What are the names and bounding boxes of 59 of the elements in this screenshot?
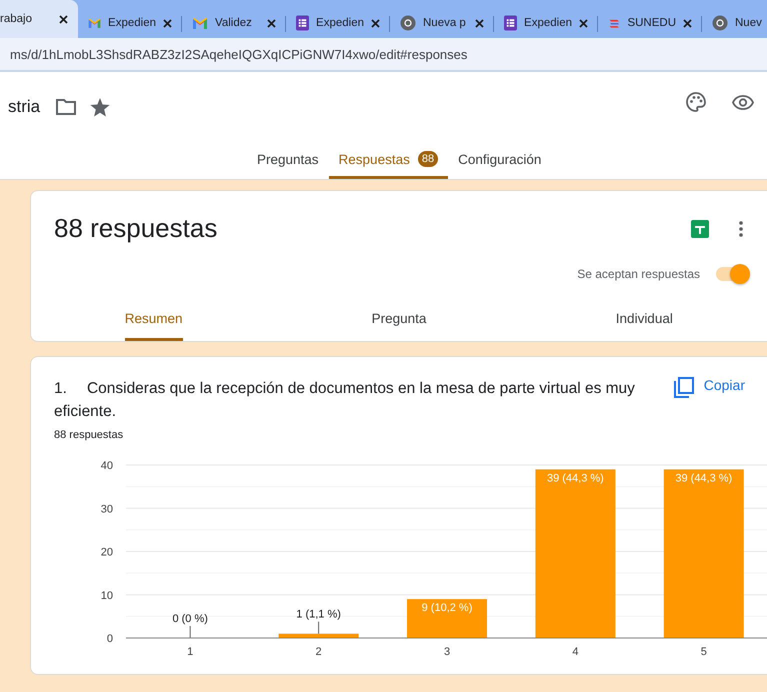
axis-label: 40 — [100, 460, 113, 472]
browser-tab[interactable]: SUNEDU — [598, 8, 702, 38]
axis-label: 20 — [100, 546, 113, 558]
nav-tab[interactable]: Configuración — [448, 142, 552, 179]
close-icon[interactable] — [267, 18, 276, 28]
leader-line — [318, 621, 320, 634]
folder-icon[interactable] — [56, 99, 76, 115]
axis-label: 3 — [444, 646, 450, 658]
globe-icon — [712, 15, 728, 31]
close-icon[interactable] — [163, 18, 172, 28]
browser-tab[interactable]: rabajo — [0, 0, 78, 38]
copy-button[interactable]: Copiar — [674, 377, 745, 399]
view-tab[interactable]: Pregunta — [372, 304, 426, 341]
mail-icon — [192, 17, 208, 29]
copy-icon — [674, 377, 694, 398]
data-label: 0 (0 %) — [172, 613, 208, 625]
axis-label: 10 — [100, 590, 113, 602]
axis-label: 0 — [106, 633, 113, 645]
axis-label: 4 — [572, 646, 578, 658]
form-title[interactable]: stria — [8, 97, 40, 117]
axis-label: 5 — [700, 646, 707, 658]
response-count: 88 respuestas — [53, 428, 124, 441]
view-tab[interactable]: Resumen — [124, 304, 183, 341]
close-icon[interactable] — [371, 18, 380, 28]
data-label: 9 (10,2 %) — [422, 602, 472, 614]
close-icon[interactable] — [579, 18, 588, 28]
close-icon[interactable] — [59, 14, 68, 24]
data-label: 39 (44,3 %) — [675, 472, 732, 484]
accepting-toggle[interactable] — [714, 264, 750, 284]
browser-tab[interactable]: Expedien — [494, 8, 598, 38]
form-icon — [504, 15, 518, 31]
browser-tab[interactable]: Expedien — [286, 8, 390, 38]
star-icon[interactable] — [90, 98, 110, 116]
view-tab[interactable]: Individual — [616, 304, 673, 341]
count-badge: 88 — [418, 151, 438, 167]
palette-icon[interactable] — [686, 92, 706, 112]
form-icon — [296, 15, 310, 31]
axis-label: 1 — [187, 646, 194, 658]
data-label: 39 (44,3 %) — [546, 472, 604, 484]
preview-eye-icon[interactable] — [732, 94, 754, 110]
browser-tab[interactable]: Nuev — [702, 8, 767, 38]
spreadsheet-icon[interactable] — [691, 220, 709, 238]
nav-tab[interactable]: Respuestas 88 — [328, 142, 448, 179]
axis-label: 30 — [100, 503, 113, 516]
data-label: 1 (1,1 %) — [296, 608, 341, 621]
globe-icon — [400, 15, 416, 31]
axis-label: 2 — [316, 646, 322, 658]
responses-heading: 88 respuestas — [54, 213, 218, 244]
mail-icon — [88, 17, 102, 29]
nav-tab[interactable]: Preguntas — [247, 142, 329, 179]
browser-tab[interactable]: Nueva p — [390, 8, 494, 38]
question-text: 1. Consideras que la recepción de documentos en la mesa de parte virtual es muy eficiente. — [54, 379, 636, 422]
close-icon[interactable] — [475, 18, 484, 28]
more-icon[interactable] — [739, 220, 743, 236]
leader-line — [190, 626, 191, 638]
close-icon[interactable] — [683, 18, 692, 28]
browser-tab[interactable]: Expedien — [78, 8, 182, 38]
browser-tab[interactable]: Validez — [182, 8, 286, 38]
accepting-label: Se aceptan respuestas — [577, 267, 700, 281]
